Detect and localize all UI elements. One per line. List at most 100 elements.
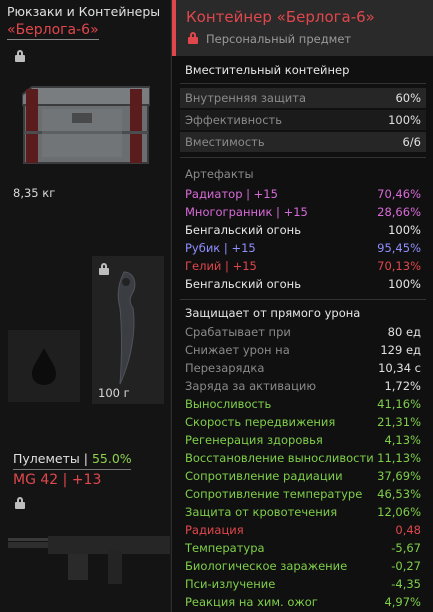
artifact-row-value: 28,66% [377,205,421,219]
protection-row-label: Срабатывает при [185,325,291,339]
stat-row-label: Эффективность [185,113,283,127]
artifact-row-value: 95,45% [377,241,421,255]
artifacts-label: Артефакты [185,167,254,181]
divider [180,83,426,84]
protection-row-value: 1,72% [384,379,421,393]
effect-row-label: Скорость передвижения [185,415,336,429]
effect-row-value: -4,35 [391,577,421,591]
artifact-row: Многогранник | +15 28,66% [185,203,421,221]
artifact-row-label: Многогранник | +15 [185,205,308,219]
stat-row-label: Внутренняя защита [185,91,307,105]
effect-row-label: Температура [185,541,265,555]
item-description: Вместительный контейнер [185,63,350,77]
artifact-row: Бенгальский огонь 100% [185,275,421,293]
effect-row: Выносливость 41,16% [185,395,421,413]
effect-row: Температура -5,67 [185,539,421,557]
effect-row-label: Сопротивление радиации [185,469,343,483]
effect-row-value: 0,48 [395,523,421,537]
drop-artifact-icon [32,348,56,385]
artifact-row: Гелий | +15 70,13% [185,257,421,275]
effect-row-label: Сопротивление температуре [185,487,363,501]
protection-row-value: 129 ед [380,343,421,357]
divider [180,157,426,158]
protection-row-label: Заряда за активацию [185,379,317,393]
stat-row-label: Вместимость [185,135,265,149]
mg-category: Пулеметы | 55.0% [13,451,132,466]
artifact-row: Рубик | +15 95,45% [185,239,421,257]
effect-row-value: -0,27 [391,559,421,573]
artifact-row-label: Рубик | +15 [185,241,256,255]
protection-row: Снижает урон на 129 ед [185,341,421,359]
lock-icon [15,497,25,509]
artifact-row-value: 70,13% [377,259,421,273]
artifact-row-label: Бенгальский огонь [185,223,301,237]
effect-row-label: Радиация [185,523,244,537]
item-name: «Берлога-6» [7,22,99,40]
effect-row: Защита от кровотечения 12,06% [185,503,421,521]
protection-row-value: 80 ед [387,325,421,339]
artifact-row-label: Бенгальский огонь [185,277,301,291]
lock-icon [99,263,109,275]
container-crate-image [22,86,150,164]
effect-row-value: 46,53% [377,487,421,501]
effect-row-label: Пси-излучение [185,577,276,591]
effect-row-value: 11,13% [377,451,421,465]
artifact-row-value: 70,46% [377,187,421,201]
protection-row-label: Снижает урон на [185,343,290,357]
divider [180,299,426,300]
protection-row-label: Перезарядка [185,361,265,375]
artifact-row-label: Радиатор | +15 [185,187,278,201]
artifact-row-label: Гелий | +15 [185,259,257,273]
effect-row: Реакция на хим. ожог 4,97% [185,593,421,611]
effect-row-label: Защита от кровотечения [185,505,338,519]
effect-row-value: 41,16% [377,397,421,411]
stat-row: Эффективность 100% [185,111,421,129]
effect-row-label: Реакция на хим. ожог [185,595,318,609]
protection-row: Заряда за активацию 1,72% [185,377,421,395]
effect-row: Сопротивление температуре 46,53% [185,485,421,503]
effect-row-value: -5,67 [391,541,421,555]
effect-row: Скорость передвижения 21,31% [185,413,421,431]
effect-row-value: 12,06% [377,505,421,519]
tooltip-header: Контейнер «Берлога-6» Персональный предм… [172,0,433,56]
effect-row: Радиация 0,48 [185,521,421,539]
item-tooltip: Контейнер «Берлога-6» Персональный предм… [171,0,433,612]
tooltip-title: Контейнер «Берлога-6» [186,8,375,26]
effect-row: Пси-излучение -4,35 [185,575,421,593]
effect-row: Биологическое заражение -0,27 [185,557,421,575]
effect-row-label: Восстановление выносливости [185,451,374,465]
artifact-row-value: 100% [388,223,421,237]
protection-label: Защищает от прямого урона [185,306,361,320]
stat-row: Внутренняя защита 60% [185,89,421,107]
tooltip-subtitle: Персональный предмет [206,32,352,46]
effect-row-value: 37,69% [377,469,421,483]
category-title: Рюкзаки и Контейнеры [7,4,161,19]
effect-row: Регенерация здоровья 4,13% [185,431,421,449]
lock-icon [15,50,25,62]
effect-row-value: 21,31% [377,415,421,429]
knife-icon [117,271,136,385]
artifact-row: Радиатор | +15 70,46% [185,185,421,203]
artifact-row: Бенгальский огонь 100% [185,221,421,239]
stat-row: Вместимость 6/6 [185,133,421,151]
protection-row: Перезарядка 10,34 с [185,359,421,377]
stat-row-value: 6/6 [402,135,421,149]
container-weight: 8,35 кг [13,186,56,200]
inventory-panel: Рюкзаки и Контейнеры «Берлога-6» 8,35 кг… [0,0,170,612]
knife-weight: 100 г [98,386,130,400]
stat-row-value: 100% [388,113,421,127]
effect-row-label: Регенерация здоровья [185,433,323,447]
mg-percentage: 55.0% [91,451,132,466]
effect-row: Восстановление выносливости 11,13% [185,449,421,467]
effect-row: Сопротивление радиации 37,69% [185,467,421,485]
effect-row-label: Биологическое заражение [185,559,348,573]
protection-row: Срабатывает при 80 ед [185,323,421,341]
effect-row-value: 4,13% [384,433,421,447]
machine-gun-image [8,536,170,584]
protection-row-value: 10,34 с [378,361,421,375]
stat-row-value: 60% [395,91,421,105]
artifact-row-value: 100% [388,277,421,291]
effect-row-value: 4,97% [384,595,421,609]
mg-name: MG 42 | +13 [13,469,131,488]
lock-icon [188,32,198,44]
